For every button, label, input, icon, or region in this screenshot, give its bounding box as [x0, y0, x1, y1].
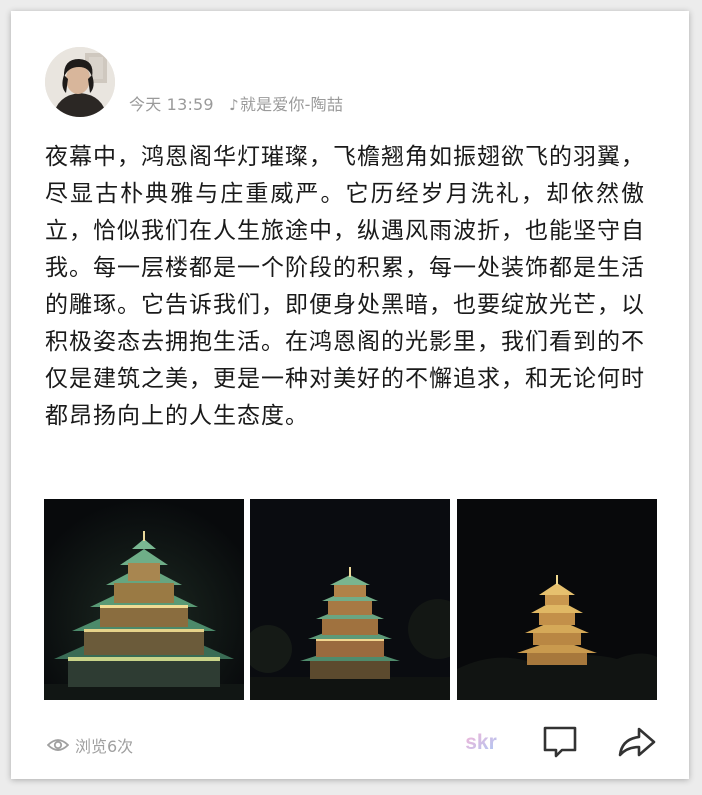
image-grid: [44, 499, 658, 700]
post-card: 今天 13:59 ♪就是爱你-陶喆 夜幕中，鸿恩阁华灯璀璨，飞檐翘角如振翅欲飞的…: [11, 11, 689, 779]
eye-icon: [47, 737, 69, 753]
post-image-2[interactable]: [250, 499, 450, 700]
post-image-1[interactable]: [44, 499, 244, 700]
skr-button[interactable]: skr: [459, 729, 503, 757]
post-body-text: 夜幕中，鸿恩阁华灯璀璨，飞檐翘角如振翅欲飞的羽翼，尽显古朴典雅与庄重威严。它历经…: [45, 144, 645, 429]
view-count: 浏览6次: [47, 733, 133, 757]
share-icon: [618, 727, 656, 757]
night-pagoda-photo-far: [457, 499, 657, 700]
night-pagoda-photo-mid: [250, 499, 450, 700]
post-meta: 今天 13:59 ♪就是爱你-陶喆: [129, 91, 343, 115]
user-avatar[interactable]: [45, 47, 115, 117]
view-count-label: 浏览6次: [75, 737, 134, 756]
night-pagoda-photo-close: [44, 499, 244, 700]
music-title[interactable]: 就是爱你-陶喆: [240, 95, 343, 114]
avatar-image: [45, 47, 115, 117]
comment-button[interactable]: [541, 723, 579, 761]
skr-label: skr: [465, 731, 497, 754]
music-note-icon: ♪: [229, 96, 239, 114]
post-image-3[interactable]: [457, 499, 657, 700]
post-time: 今天 13:59: [129, 95, 214, 114]
share-button[interactable]: [617, 723, 657, 761]
comment-icon: [543, 726, 577, 758]
